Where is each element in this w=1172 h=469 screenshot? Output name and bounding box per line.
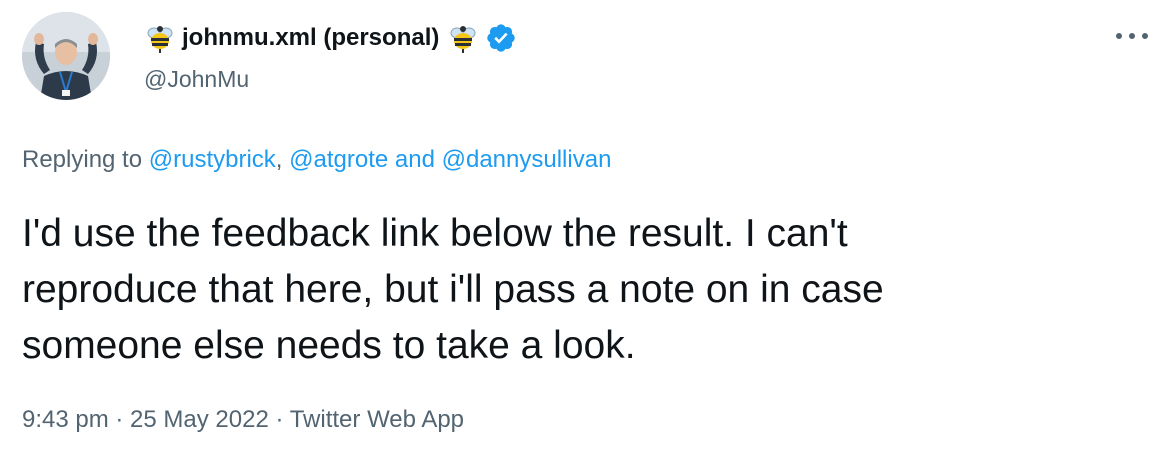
tweet-time[interactable]: 9:43 pm: [22, 406, 109, 433]
replying-conjunction[interactable]: and: [388, 146, 441, 173]
author-name-row: johnmu.xml (personal): [144, 18, 517, 58]
tweet-date[interactable]: 25 May 2022: [130, 406, 269, 433]
avatar-photo: [22, 12, 110, 100]
avatar[interactable]: [22, 12, 110, 100]
meta-separator: ·: [108, 406, 131, 433]
display-name[interactable]: johnmu.xml (personal): [182, 24, 439, 52]
more-dot: [1129, 33, 1135, 39]
tweet-card: johnmu.xml (personal) @JohnMu Replying t…: [0, 0, 1172, 469]
replying-prefix: Replying to: [22, 146, 149, 173]
tweet-meta: 9:43 pm · 25 May 2022 · Twitter Web App: [22, 406, 464, 434]
more-options-icon[interactable]: [1116, 24, 1148, 48]
meta-separator: ·: [268, 406, 290, 433]
tweet-source[interactable]: Twitter Web App: [290, 406, 464, 433]
tweet-text-line: I'd use the feedback link below the resu…: [22, 212, 848, 255]
mention-rustybrick[interactable]: @rustybrick: [149, 146, 276, 173]
tweet-text: I'd use the feedback link below the resu…: [22, 206, 1142, 374]
verified-badge-icon: [487, 24, 516, 52]
author-handle[interactable]: @JohnMu: [144, 66, 249, 93]
mention-dannysullivan[interactable]: @dannysullivan: [442, 146, 612, 173]
mention-atgrote[interactable]: @atgrote: [289, 146, 388, 173]
more-dot: [1116, 33, 1122, 39]
bee-icon: [147, 26, 173, 53]
more-dot: [1142, 33, 1148, 39]
bee-icon: [450, 26, 476, 53]
replying-separator: ,: [275, 146, 290, 173]
tweet-text-line: reproduce that here, but i'll pass a not…: [22, 268, 884, 311]
tweet-text-line: someone else needs to take a look.: [22, 324, 636, 367]
replying-to: Replying to @rustybrick, @atgrote and @d…: [22, 146, 611, 174]
